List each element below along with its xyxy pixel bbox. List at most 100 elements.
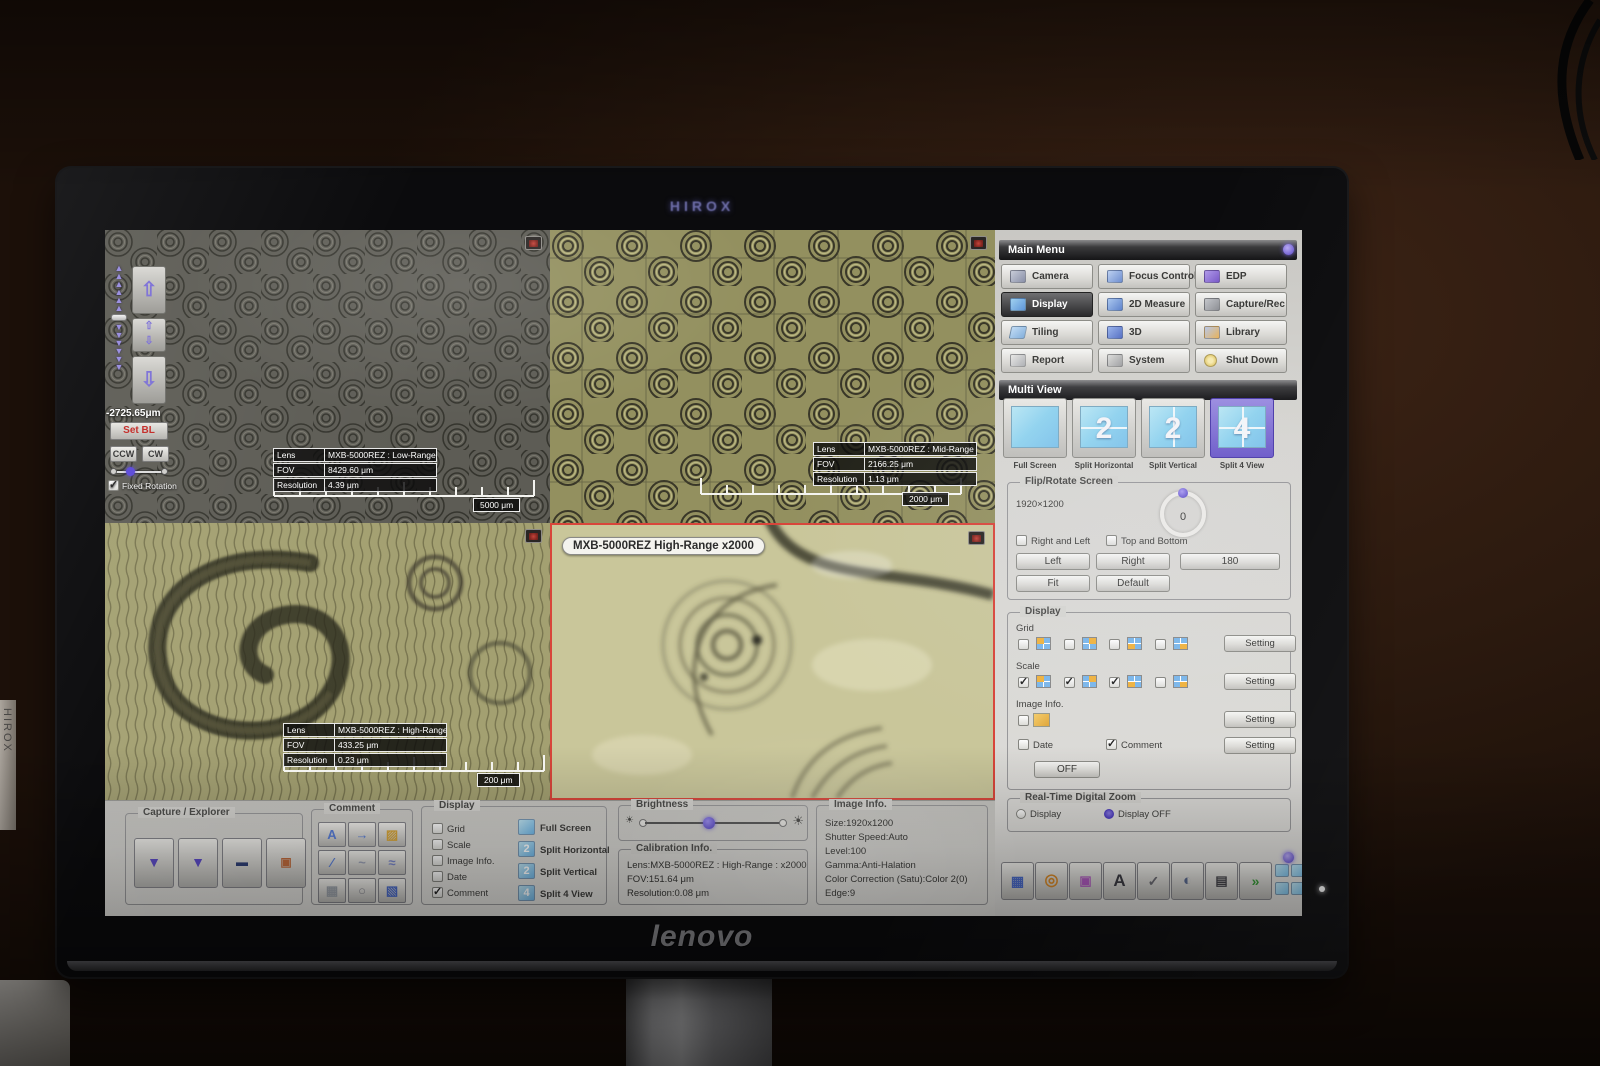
move-down-button[interactable]: ⇩: [132, 356, 166, 404]
grid-checkbox-3[interactable]: [1109, 639, 1120, 650]
date-checkbox[interactable]: [432, 871, 443, 882]
comment-note-button[interactable]: ▨: [378, 822, 406, 847]
rotate-right-button[interactable]: Right: [1096, 553, 1170, 570]
menu-report-button[interactable]: Report: [1001, 348, 1093, 373]
menu-camera-button[interactable]: Camera: [1001, 264, 1093, 289]
default-button[interactable]: Default: [1096, 575, 1170, 592]
capture-chip-icon[interactable]: [525, 236, 542, 250]
image-info-checkbox[interactable]: [432, 855, 443, 866]
micro-view-high-range[interactable]: LensMXB-5000REZ : High-Range : x700 FOV4…: [105, 523, 550, 800]
view-label[interactable]: Full Screen: [540, 823, 591, 834]
menu-3d-button[interactable]: 3D: [1098, 320, 1190, 345]
display-radio[interactable]: [1016, 809, 1026, 819]
rotation-dial[interactable]: 0: [1160, 491, 1206, 537]
micro-view-mid-range[interactable]: LensMXB-5000REZ : Mid-Range : x140 FOV21…: [550, 230, 995, 523]
capture-save-button[interactable]: ▼: [178, 838, 218, 888]
cw-button[interactable]: CW: [142, 446, 169, 462]
mini-view-icon[interactable]: [1291, 864, 1302, 877]
capture-hand-button[interactable]: ✓: [1137, 862, 1170, 900]
menu-edp-button[interactable]: EDP: [1195, 264, 1287, 289]
scale-setting-button[interactable]: Setting: [1224, 673, 1296, 690]
image-info-checkbox[interactable]: [1018, 715, 1029, 726]
grid-setting-button[interactable]: Setting: [1224, 635, 1296, 652]
move-up-button[interactable]: ⇧: [132, 266, 166, 314]
fit-button[interactable]: Fit: [1016, 575, 1090, 592]
flip-lr-checkbox[interactable]: [1016, 535, 1027, 546]
micro-view-x2000-selected[interactable]: MXB-5000REZ High-Range x2000: [550, 523, 995, 800]
scale-checkbox[interactable]: [432, 839, 443, 850]
comment-text-button[interactable]: A: [318, 822, 346, 847]
capture-chip-icon[interactable]: [968, 531, 985, 545]
flip-top-bottom-option[interactable]: Top and Bottom: [1106, 535, 1188, 547]
menu-capture-rec-button[interactable]: Capture/Rec: [1195, 292, 1287, 317]
scale-toggle-row[interactable]: [1018, 675, 1188, 689]
comment-circle-button[interactable]: ○: [348, 878, 376, 903]
export-page-button[interactable]: »: [1239, 862, 1272, 900]
ccw-button[interactable]: CCW: [110, 446, 137, 462]
menu-system-button[interactable]: System: [1098, 348, 1190, 373]
rotate-180-button[interactable]: 180: [1180, 553, 1280, 570]
menu-display-button[interactable]: Display: [1001, 292, 1093, 317]
scale-option[interactable]: Scale: [432, 839, 471, 851]
menu-tiling-button[interactable]: Tiling: [1001, 320, 1093, 345]
fixed-rotation-checkbox[interactable]: [108, 480, 119, 491]
scale-checkbox-3[interactable]: [1109, 677, 1120, 688]
mini-view-icon[interactable]: [1291, 882, 1302, 895]
menu-library-button[interactable]: Library: [1195, 320, 1287, 345]
grid-checkbox-1[interactable]: [1018, 639, 1029, 650]
print-button[interactable]: ▤: [1205, 862, 1238, 900]
split-4-view-icon[interactable]: 4: [518, 885, 535, 901]
grid-toggle-row[interactable]: [1018, 637, 1188, 651]
fine-step-slider[interactable]: ▲ ▲ ▲ ▲ ▲ ▲ ▼ ▼ ▼ ▼ ▼ ▼: [110, 264, 128, 371]
rotate-left-button[interactable]: Left: [1016, 553, 1090, 570]
image-info-option[interactable]: Image Info.: [432, 855, 495, 867]
grid-checkbox[interactable]: [432, 823, 443, 834]
set-bl-button[interactable]: Set BL: [110, 422, 168, 440]
grid-checkbox-2[interactable]: [1064, 639, 1075, 650]
multiview-split-4-view[interactable]: 4: [1210, 398, 1274, 458]
multiview-full-screen[interactable]: [1003, 398, 1067, 458]
flip-tb-checkbox[interactable]: [1106, 535, 1117, 546]
display-off-radio[interactable]: [1104, 809, 1114, 819]
media-palette-button[interactable]: ▣: [1069, 862, 1102, 900]
step-up-down-button[interactable]: ⇧⇩: [132, 318, 166, 352]
slider-knob[interactable]: [111, 314, 127, 321]
view-label[interactable]: Split Horizontal: [540, 845, 610, 856]
menu-focus-control-button[interactable]: Focus Control: [1098, 264, 1190, 289]
tri-up-arrows[interactable]: ▲ ▲ ▲ ▲ ▲ ▲: [110, 264, 128, 312]
date-option[interactable]: Date: [1018, 739, 1053, 751]
comment-setting-button[interactable]: Setting: [1224, 737, 1296, 754]
explorer-button[interactable]: ▣: [266, 838, 306, 888]
digital-zoom-off-option[interactable]: Display OFF: [1104, 809, 1171, 820]
comment-checkbox[interactable]: [432, 887, 443, 898]
capture-chip-icon[interactable]: [525, 529, 542, 543]
comment-option[interactable]: Comment: [1106, 739, 1162, 751]
text-tool-button[interactable]: A: [1103, 862, 1136, 900]
full-screen-icon[interactable]: [518, 819, 535, 835]
scale-checkbox-1[interactable]: [1018, 677, 1029, 688]
rotation-slider[interactable]: [110, 468, 168, 476]
flip-right-left-option[interactable]: Right and Left: [1016, 535, 1090, 547]
comment-freehand-button[interactable]: ~: [348, 850, 376, 875]
comment-option[interactable]: Comment: [432, 887, 488, 899]
menu-2d-measure-button[interactable]: 2D Measure: [1098, 292, 1190, 317]
record-target-button[interactable]: ◎: [1035, 862, 1068, 900]
help-orb-icon[interactable]: [1283, 244, 1294, 255]
scale-checkbox-2[interactable]: [1064, 677, 1075, 688]
menu-shutdown-button[interactable]: Shut Down: [1195, 348, 1287, 373]
date-option[interactable]: Date: [432, 871, 467, 883]
slider-max[interactable]: [779, 819, 787, 827]
comment-stamp-button[interactable]: ▧: [378, 878, 406, 903]
comment-pattern-button[interactable]: ▦: [318, 878, 346, 903]
scale-checkbox-4[interactable]: [1155, 677, 1166, 688]
off-button[interactable]: OFF: [1034, 761, 1100, 778]
comment-checkbox[interactable]: [1106, 739, 1117, 750]
slider-knob[interactable]: [126, 467, 135, 476]
split-horizontal-icon[interactable]: 2: [518, 841, 535, 857]
brightness-knob[interactable]: [703, 817, 715, 829]
date-checkbox[interactable]: [1018, 739, 1029, 750]
split-vertical-icon[interactable]: 2: [518, 863, 535, 879]
fixed-rotation-option[interactable]: Fixed Rotation: [108, 480, 198, 491]
grid-option[interactable]: Grid: [432, 823, 465, 835]
comment-arrow-button[interactable]: →: [348, 822, 376, 847]
